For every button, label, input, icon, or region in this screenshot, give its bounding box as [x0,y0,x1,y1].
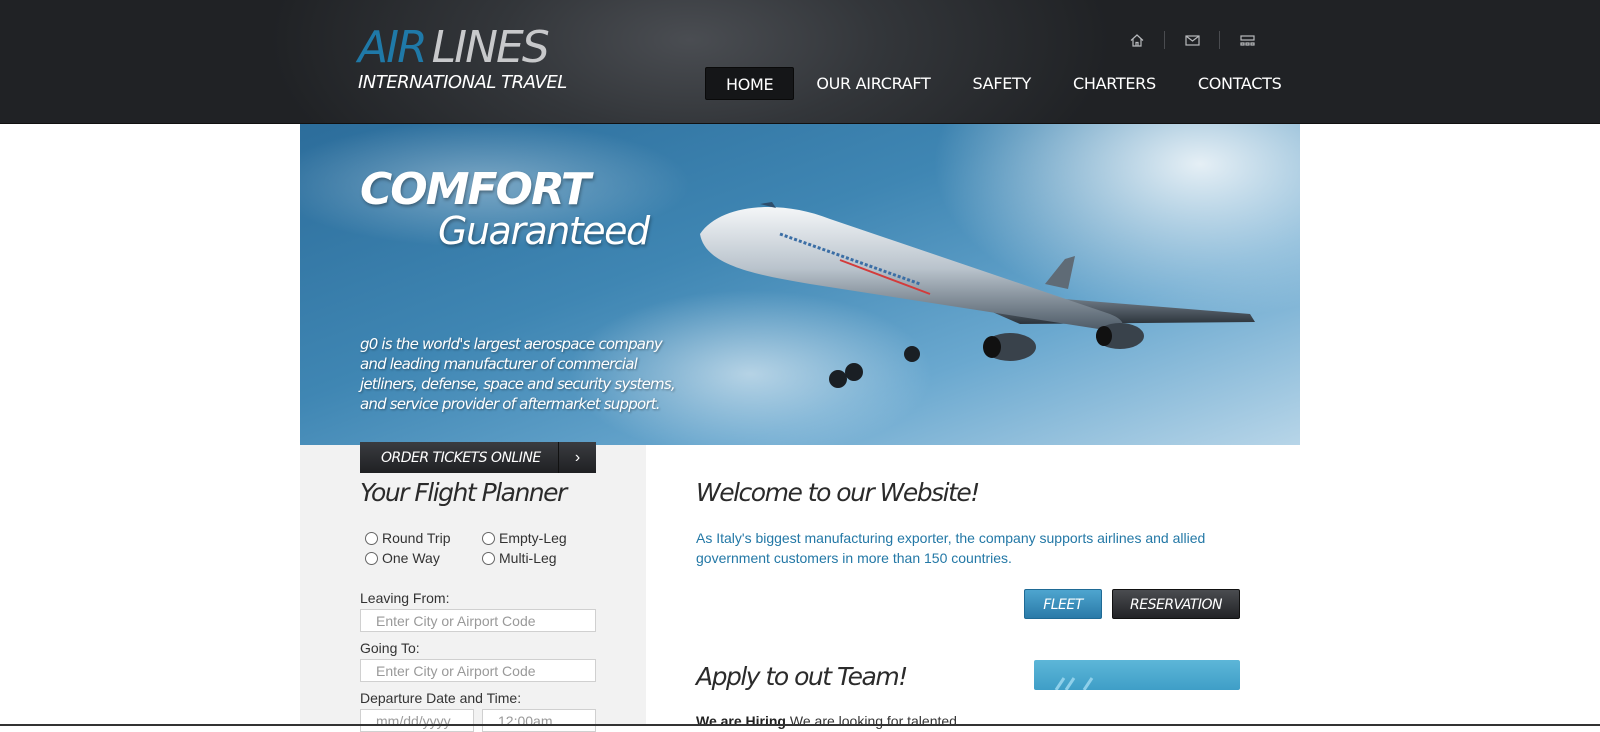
departure-date-input[interactable] [360,709,474,732]
nav-contacts[interactable]: CONTACTS [1178,67,1302,100]
logo-word-air: AIR [358,22,428,73]
logo[interactable]: AIR LINES INTERNATIONAL TRAVEL [358,22,567,93]
flight-planner-title: Your Flight Planner [360,478,567,507]
apply-banner-graphic [1054,677,1094,690]
radio-label: Round Trip [382,530,451,546]
welcome-title: Welcome to our Website! [696,478,980,507]
fleet-button[interactable]: FLEET [1024,589,1102,619]
order-tickets-button[interactable]: ORDER TICKETS ONLINE › [360,442,596,473]
main-content: Welcome to our Website! As Italy's bigge… [646,445,1300,729]
hiring-bold: We are Hiring [696,713,786,729]
apply-banner-image [1034,660,1240,690]
hero-description: g0 is the world's largest aerospace comp… [360,335,676,413]
mail-icon[interactable] [1165,30,1219,50]
utility-icons [1110,30,1274,50]
nav-home[interactable]: HOME [705,67,795,100]
radio-empty-leg[interactable]: Empty-Leg [482,530,599,546]
going-to-input[interactable] [360,659,596,682]
radio-button[interactable] [482,551,495,565]
radio-round-trip[interactable]: Round Trip [365,530,482,546]
sitemap-icon[interactable] [1220,30,1274,50]
reservation-button[interactable]: RESERVATION [1112,589,1240,619]
airplane-image [700,202,1255,388]
hero-banner: COMFORT Guaranteed g0 is the world's lar… [300,124,1300,445]
home-icon[interactable] [1110,30,1164,50]
chevron-right-icon: › [558,442,596,473]
logo-subtitle: INTERNATIONAL TRAVEL [358,72,567,93]
main-nav: HOME OUR AIRCRAFT SAFETY CHARTERS CONTAC… [705,67,1304,100]
going-to-label: Going To: [360,640,420,656]
radio-multi-leg[interactable]: Multi-Leg [482,550,599,566]
radio-label: Empty-Leg [499,530,567,546]
radio-button[interactable] [365,551,378,565]
hiring-text: We are Hiring We are looking for talente… [696,713,957,729]
hero-title: COMFORT [360,164,591,215]
order-tickets-label: ORDER TICKETS ONLINE [381,449,541,466]
flight-planner-panel: ORDER TICKETS ONLINE › Your Flight Plann… [300,442,646,732]
radio-button[interactable] [365,531,378,545]
nav-our-aircraft[interactable]: OUR AIRCRAFT [796,67,950,100]
radio-label: One Way [382,550,440,566]
departure-time-input[interactable] [482,709,596,732]
radio-one-way[interactable]: One Way [365,550,482,566]
trip-type-radios: Round Trip Empty-Leg One Way Multi-Leg [365,530,595,566]
hero-subtitle: Guaranteed [438,209,650,253]
welcome-text: As Italy's biggest manufacturing exporte… [696,530,1206,566]
departure-label: Departure Date and Time: [360,690,522,706]
site-header: AIR LINES INTERNATIONAL TRAVEL HOME OUR A… [0,0,1600,124]
leaving-from-input[interactable] [360,609,596,632]
radio-button[interactable] [482,531,495,545]
nav-charters[interactable]: CHARTERS [1053,67,1176,100]
logo-word-lines: LINES [431,22,550,73]
nav-safety[interactable]: SAFETY [953,67,1051,100]
leaving-from-label: Leaving From: [360,590,450,606]
radio-label: Multi-Leg [499,550,557,566]
apply-title: Apply to out Team! [696,662,908,691]
hiring-rest: We are looking for talented [786,713,957,729]
